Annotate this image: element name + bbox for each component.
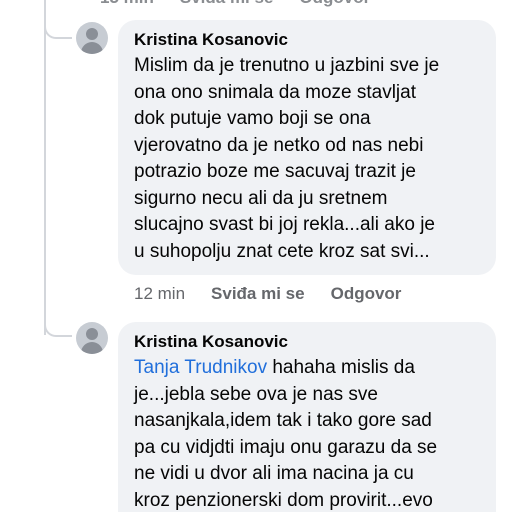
comment-text: Tanja Trudnikov hahaha mislis da je...je… [134, 355, 480, 512]
previous-reply-button[interactable]: Odgovor [299, 0, 370, 8]
thread-connector-curve [44, 23, 72, 39]
thread-connector-curve [44, 321, 72, 337]
previous-comment-time: 15 min [100, 0, 154, 8]
thread-connector-line [44, 0, 46, 335]
comment-bubble: Kristina Kosanovic Tanja Trudnikov hahah… [118, 322, 496, 512]
comment-body: hahaha mislis da je...jebla sebe ova je … [134, 357, 438, 511]
reply-button[interactable]: Odgovor [331, 284, 402, 304]
comment-author[interactable]: Kristina Kosanovic [134, 30, 480, 50]
avatar[interactable] [76, 22, 108, 54]
mention-link[interactable]: Tanja Trudnikov [134, 357, 267, 378]
comment-bubble: Kristina Kosanovic Mislim da je trenutno… [118, 20, 496, 275]
comment-timestamp[interactable]: 12 min [134, 284, 185, 304]
avatar[interactable] [76, 322, 108, 354]
like-button[interactable]: Sviđa mi se [211, 284, 305, 304]
default-profile-icon [86, 28, 98, 40]
comment-author[interactable]: Kristina Kosanovic [134, 332, 480, 352]
previous-comment-actions: 15 min Sviđa mi se Odgovor [100, 0, 370, 8]
previous-like-button[interactable]: Sviđa mi se [180, 0, 274, 8]
comment-actions: 12 min Sviđa mi se Odgovor [134, 284, 427, 304]
comment-text: Mislim da je trenutno u jazbini sve je o… [134, 55, 440, 262]
comment-thread: 15 min Sviđa mi se Odgovor Kristina Kosa… [0, 0, 512, 512]
default-profile-icon [86, 328, 98, 340]
